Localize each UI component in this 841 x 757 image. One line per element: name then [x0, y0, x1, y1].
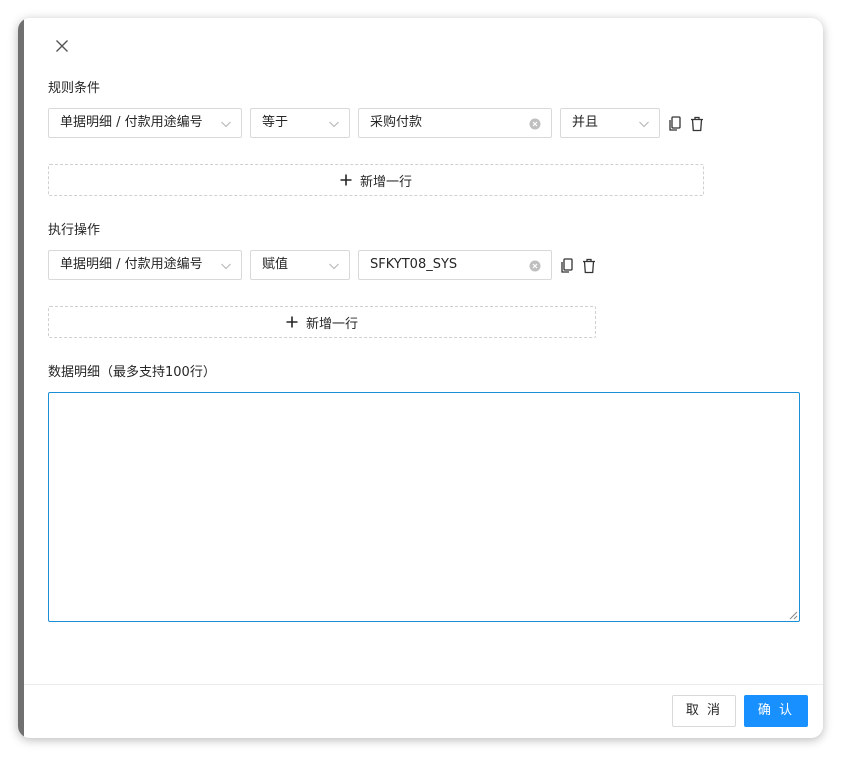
actions-title: 执行操作	[48, 223, 101, 238]
chevron-down-icon	[329, 121, 339, 128]
trash-icon	[691, 116, 703, 132]
chevron-down-icon	[639, 121, 649, 128]
clear-circle-icon[interactable]	[529, 260, 541, 272]
chevron-down-icon	[329, 263, 339, 270]
cancel-button[interactable]: 取 消	[672, 695, 736, 727]
copy-condition-button[interactable]	[668, 116, 682, 132]
rule-dialog: 规则条件 单据明细 / 付款用途编号 等于 采购付款 并且 新增一行 执行操作 …	[18, 18, 823, 738]
plus-icon	[286, 316, 298, 328]
chevron-down-icon	[221, 263, 231, 270]
add-condition-row-button[interactable]: 新增一行	[48, 164, 704, 196]
action-field-select[interactable]: 单据明细 / 付款用途编号	[48, 250, 242, 280]
condition-logic-value: 并且	[572, 115, 599, 130]
add-action-row-button[interactable]: 新增一行	[48, 306, 596, 338]
close-button[interactable]	[52, 36, 72, 56]
confirm-button[interactable]: 确 认	[744, 695, 808, 727]
condition-value-input[interactable]: 采购付款	[358, 108, 552, 138]
action-operator-value: 赋值	[262, 257, 289, 272]
footer-divider	[24, 684, 823, 685]
action-value-input[interactable]: SFKYT08_SYS	[358, 250, 552, 280]
plus-icon	[340, 174, 352, 186]
action-value-text: SFKYT08_SYS	[370, 257, 458, 272]
add-action-row-label: 新增一行	[305, 316, 358, 332]
close-icon	[56, 40, 68, 52]
copy-icon	[669, 116, 681, 131]
clear-circle-icon[interactable]	[529, 118, 541, 130]
condition-value-text: 采购付款	[370, 115, 423, 130]
copy-action-button[interactable]	[560, 258, 574, 274]
data-detail-title: 数据明细（最多支持100行）	[48, 365, 216, 380]
condition-operator-value: 等于	[262, 115, 289, 130]
add-condition-row-label: 新增一行	[359, 174, 412, 190]
condition-operator-select[interactable]: 等于	[250, 108, 350, 138]
copy-icon	[561, 258, 573, 273]
resize-grip-icon[interactable]	[788, 610, 798, 620]
chevron-down-icon	[221, 121, 231, 128]
trash-icon	[583, 258, 595, 274]
dialog-left-edge	[18, 18, 24, 738]
condition-logic-select[interactable]: 并且	[560, 108, 660, 138]
condition-field-select[interactable]: 单据明细 / 付款用途编号	[48, 108, 242, 138]
delete-action-button[interactable]	[582, 258, 596, 274]
rule-conditions-title: 规则条件	[48, 81, 101, 96]
data-detail-textarea[interactable]	[48, 392, 800, 622]
action-operator-select[interactable]: 赋值	[250, 250, 350, 280]
delete-condition-button[interactable]	[690, 116, 704, 132]
condition-field-value: 单据明细 / 付款用途编号	[60, 115, 203, 130]
action-field-value: 单据明细 / 付款用途编号	[60, 257, 203, 272]
